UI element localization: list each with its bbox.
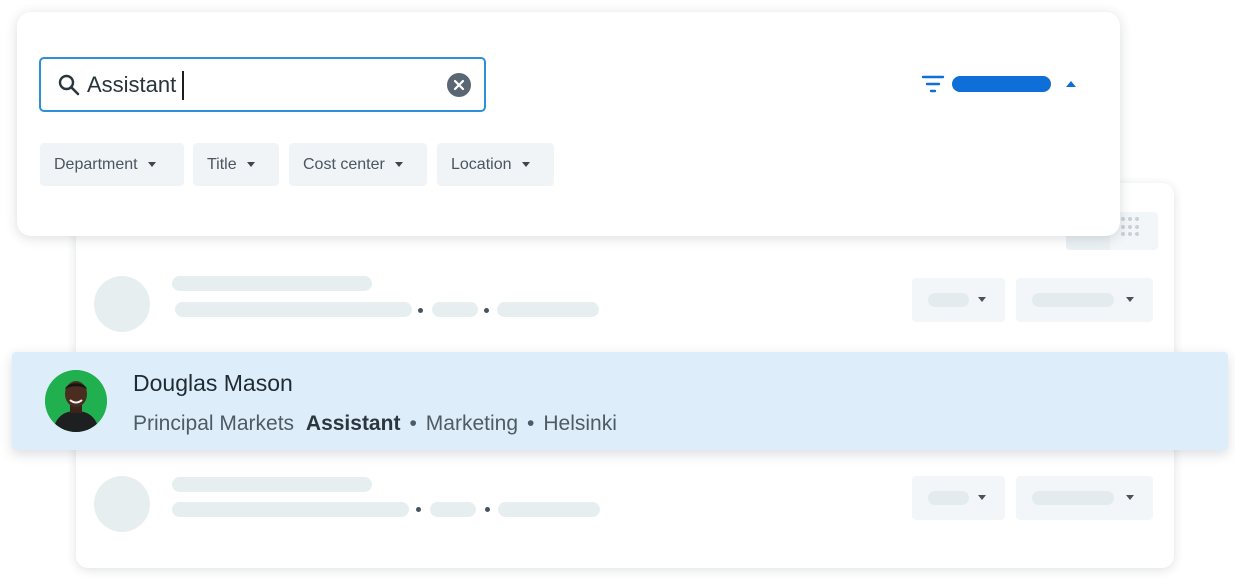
skeleton-line [172,502,409,517]
filter-label: Title [207,155,237,173]
skeleton-dropdown [912,476,1005,520]
filter-department[interactable]: Department [40,143,184,186]
filter-title[interactable]: Title [193,143,279,186]
skeleton-avatar [94,276,150,332]
person-details: Principal Markets Assistant • Marketing • He… [133,412,617,436]
skeleton-line [497,302,599,317]
caret-down-icon [521,162,530,167]
skeleton-line [172,276,372,291]
grid-dots-icon[interactable] [1121,217,1141,237]
skeleton-dropdown [1016,278,1153,322]
skeleton-dropdown [912,278,1005,322]
search-input[interactable] [87,69,427,101]
location-value: Helsinki [543,412,617,435]
skeleton-dropdown [1016,476,1153,520]
filter-toggle-pill[interactable] [952,76,1051,92]
skeleton-line [172,477,372,492]
filter-label: Department [54,155,138,173]
caret-down-icon [147,162,156,167]
x-circle-icon[interactable] [447,73,471,97]
text-cursor [182,71,184,100]
skeleton-line [175,302,412,317]
filter-location[interactable]: Location [437,143,554,186]
people-search-stage: Douglas Mason Principal Markets Assistan… [0,0,1235,588]
avatar [45,370,107,432]
skeleton-line [498,502,600,517]
skeleton-dot [416,507,421,512]
job-title-match: Assistant [305,412,401,435]
department-value: Marketing [425,412,518,435]
separator-dot: • [409,412,417,435]
filter-label: Location [451,155,512,173]
filter-cost-center[interactable]: Cost center [289,143,427,186]
chevron-up-icon[interactable] [1066,81,1076,87]
filter-label: Cost center [303,155,385,173]
person-name[interactable]: Douglas Mason [133,370,293,397]
magnifier-icon [58,74,80,96]
skeleton-line [432,302,478,317]
filter-lines-icon[interactable] [921,74,945,94]
search-field[interactable] [39,57,486,112]
caret-down-icon [394,162,403,167]
skeleton-dot [485,507,490,512]
skeleton-avatar [94,476,150,532]
separator-dot: • [527,412,535,435]
search-panel: Department Title Cost center Location [17,12,1120,236]
skeleton-dot [484,308,489,313]
skeleton-dot [418,308,423,313]
search-result-row[interactable]: Douglas Mason Principal Markets Assistan… [12,352,1228,450]
skeleton-line [430,502,476,517]
caret-down-icon [246,162,255,167]
job-title-prefix: Principal Markets [133,412,295,435]
